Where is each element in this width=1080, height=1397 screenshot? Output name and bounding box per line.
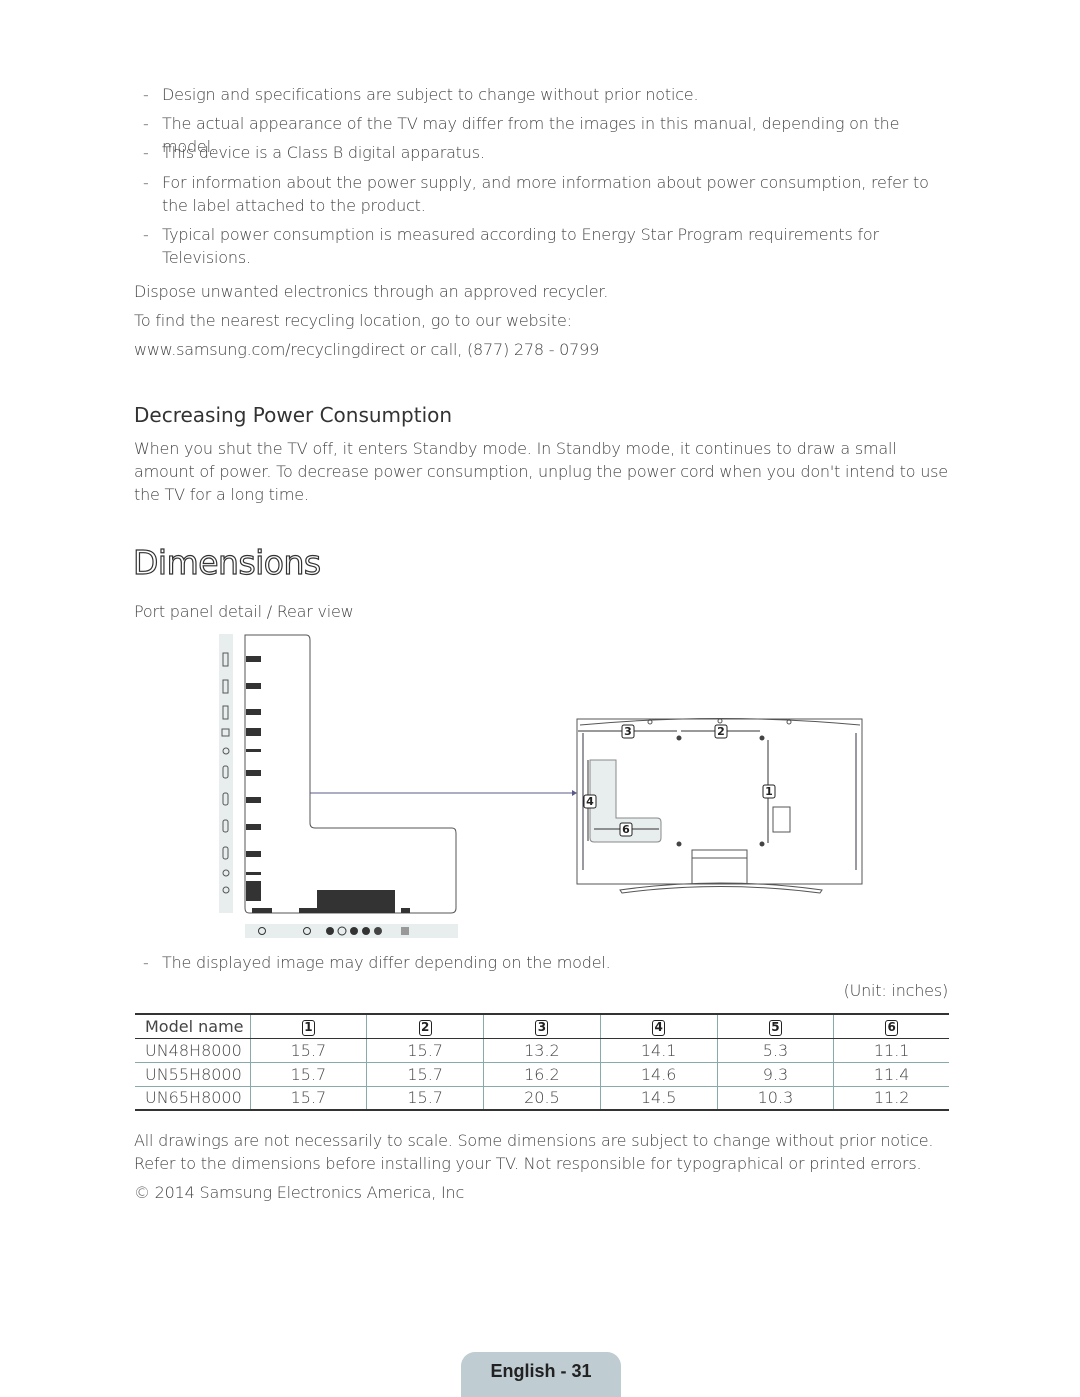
- table-cell: 15.7: [249, 1038, 367, 1063]
- disclaimer: All drawings are not necessarily to scal…: [134, 1131, 934, 1173]
- header-model: Model name: [135, 1014, 250, 1039]
- header-5: 5: [768, 1020, 782, 1037]
- header-6: 6: [885, 1020, 899, 1037]
- side-port-strip: [219, 634, 233, 913]
- table-cell: 16.2: [483, 1062, 601, 1087]
- table-cell: 14.1: [599, 1038, 718, 1063]
- callout-4: 4: [586, 795, 594, 808]
- header-3: 3: [535, 1020, 549, 1037]
- table-cell: 5.3: [716, 1038, 834, 1063]
- page-number-tab: English - 31: [461, 1352, 621, 1397]
- table-cell: 11.4: [833, 1062, 949, 1087]
- header-4: 4: [652, 1020, 666, 1037]
- table-cell: UN48H8000: [135, 1038, 250, 1063]
- table-cell: UN55H8000: [135, 1062, 250, 1087]
- callout-6: 6: [622, 823, 630, 836]
- table-cell: 15.7: [366, 1086, 484, 1110]
- pointer-arrow: [572, 790, 577, 796]
- table-cell: 13.2: [483, 1038, 601, 1063]
- table-cell: 14.6: [599, 1062, 718, 1087]
- table-cell: 15.7: [249, 1086, 367, 1110]
- table-cell: 15.7: [366, 1038, 484, 1063]
- callout-2: 2: [717, 725, 725, 738]
- callout-3: 3: [624, 725, 632, 738]
- table-cell: 15.7: [249, 1062, 367, 1087]
- header-1: 1: [301, 1020, 315, 1037]
- table-cell: 14.5: [599, 1086, 718, 1110]
- table-cell: UN65H8000: [145, 1088, 242, 1108]
- table-row: UN48H8000 15.7 15.7 13.2 14.1 5.3 11.1: [135, 1038, 949, 1063]
- port-labels: [246, 656, 410, 913]
- table-cell: 15.7: [366, 1062, 484, 1087]
- panel-outline: [244, 634, 457, 914]
- tv-rear-view: [576, 718, 863, 894]
- table-row: UN55H8000 15.7 15.7 16.2 14.6 9.3 11.4: [135, 1062, 949, 1087]
- callout-1: 1: [765, 785, 773, 798]
- table-cell: 5: [716, 1014, 834, 1039]
- table-cell: 3: [483, 1014, 601, 1039]
- table-cell: 10.3: [716, 1086, 834, 1110]
- table-cell: 6: [833, 1014, 949, 1039]
- table-cell: 2: [366, 1014, 484, 1039]
- table-cell: 4: [599, 1014, 718, 1039]
- table-cell: 20.5: [483, 1086, 601, 1110]
- table-row: UN65H8000 15.7 15.7 20.5 14.5 10.3 11.2: [135, 1086, 949, 1110]
- copyright: © 2014 Samsung Electronics America, Inc: [134, 1183, 465, 1202]
- table-header: Model name 1 2 3 4 5 6: [135, 1014, 949, 1039]
- table-cell: 11.1: [833, 1038, 949, 1063]
- unit-label: (Unit: inches): [843, 981, 949, 1000]
- port-panel-diagram: 3 2 1 4 6: [219, 634, 863, 938]
- table-cell: 1: [249, 1014, 367, 1039]
- dimensions-table: Model name 1 2 3 4 5 6 UN48H8000 15.7 15.7…: [135, 1013, 949, 1111]
- table-cell: 11.2: [833, 1086, 949, 1110]
- header-2: 2: [418, 1020, 432, 1037]
- table-cell: 9.3: [716, 1062, 834, 1087]
